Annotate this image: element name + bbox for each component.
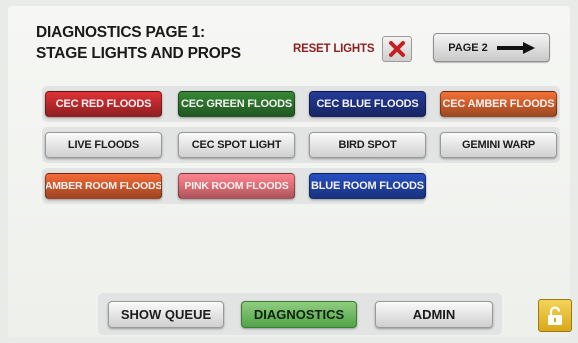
page-title-line1: DIAGNOSTICS PAGE 1: (36, 24, 206, 41)
right-arrow-icon (496, 41, 535, 54)
page-title: DIAGNOSTICS PAGE 1: STAGE LIGHTS AND PRO… (36, 22, 241, 64)
bird-spot-button[interactable]: BIRD SPOT (309, 132, 426, 158)
gemini-warp-button[interactable]: GEMINI WARP (440, 132, 557, 158)
live-floods-label: LIVE FLOODS (67, 139, 140, 151)
unlocked-padlock-icon (548, 305, 562, 325)
cec-spot-light-label: CEC SPOT LIGHT (191, 139, 282, 151)
page-title-line2: STAGE LIGHTS AND PROPS (36, 45, 241, 62)
cec-red-floods-label: CEC RED FLOODS (55, 98, 152, 110)
page-2-button[interactable]: PAGE 2 (433, 33, 550, 62)
cec-amber-floods-button[interactable]: CEC AMBER FLOODS (440, 91, 557, 117)
reset-lights-control: RESET LIGHTS (293, 36, 413, 62)
admin-label: ADMIN (412, 307, 456, 322)
x-mark-icon (389, 41, 406, 57)
diagnostics-label: DIAGNOSTICS (253, 307, 345, 322)
amber-room-floods-label: AMBER ROOM FLOODS (45, 180, 162, 192)
pink-room-floods-label: PINK ROOM FLOODS (184, 180, 289, 192)
bottom-nav: SHOW QUEUE DIAGNOSTICS ADMIN (98, 293, 502, 335)
cec-green-floods-button[interactable]: CEC GREEN FLOODS (178, 91, 295, 117)
reset-lights-label: RESET LIGHTS (293, 43, 375, 55)
gemini-warp-label: GEMINI WARP (462, 139, 535, 151)
cec-red-floods-button[interactable]: CEC RED FLOODS (45, 91, 162, 117)
blue-room-floods-button[interactable]: BLUE ROOM FLOODS (309, 173, 426, 199)
live-floods-button[interactable]: LIVE FLOODS (45, 132, 162, 158)
touch-screen: DIAGNOSTICS PAGE 1: STAGE LIGHTS AND PRO… (8, 6, 572, 337)
page-2-label: PAGE 2 (448, 41, 488, 54)
blue-room-floods-label: BLUE ROOM FLOODS (311, 180, 424, 192)
show-queue-button[interactable]: SHOW QUEUE (108, 301, 224, 328)
cec-amber-floods-label: CEC AMBER FLOODS (442, 98, 555, 110)
cec-green-floods-label: CEC GREEN FLOODS (180, 98, 293, 110)
reset-lights-button[interactable] (382, 36, 413, 62)
cec-blue-floods-label: CEC BLUE FLOODS (316, 98, 419, 110)
pink-room-floods-button[interactable]: PINK ROOM FLOODS (178, 173, 295, 199)
show-queue-label: SHOW QUEUE (120, 307, 212, 322)
bird-spot-label: BIRD SPOT (338, 139, 397, 151)
cec-blue-floods-button[interactable]: CEC BLUE FLOODS (309, 91, 426, 117)
lock-button[interactable] (538, 299, 572, 332)
diagnostics-button[interactable]: DIAGNOSTICS (241, 301, 357, 328)
admin-button[interactable]: ADMIN (375, 301, 493, 328)
lights-grid: CEC RED FLOODS CEC GREEN FLOODS CEC BLUE… (42, 86, 560, 204)
cec-spot-light-button[interactable]: CEC SPOT LIGHT (178, 132, 295, 158)
amber-room-floods-button[interactable]: AMBER ROOM FLOODS (45, 173, 162, 199)
